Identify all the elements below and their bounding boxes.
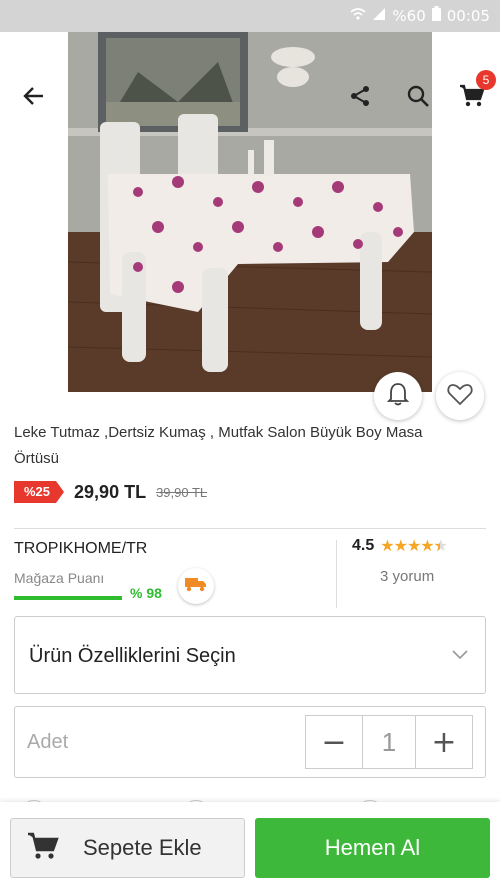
battery-text: %60 [392, 6, 426, 25]
status-icons: %60 00:05 [350, 6, 490, 25]
product-gallery[interactable]: 5 [0, 32, 500, 420]
divider [14, 528, 486, 529]
store-name[interactable]: TROPIKHOME/TR [14, 540, 147, 558]
rating[interactable]: 4.5 ★★★★★★ [352, 536, 448, 556]
quantity-value[interactable]: 1 [362, 716, 416, 768]
wifi-icon [350, 7, 366, 25]
cart-icon [27, 831, 59, 866]
share-icon [348, 84, 372, 113]
add-to-cart-label: Sepete Ekle [83, 835, 202, 860]
select-label: Ürün Özelliklerini Seçin [29, 645, 236, 667]
discount-badge: %25 [14, 481, 65, 503]
truck-icon [185, 576, 207, 597]
store-score-bar [14, 596, 122, 600]
decrement-button[interactable]: − [306, 716, 362, 768]
price: 29,90 TL [74, 481, 147, 502]
store-score-value: % 98 [130, 585, 162, 601]
signal-icon [372, 7, 386, 25]
store-score-label: Mağaza Puanı [14, 570, 105, 586]
status-bar: %60 00:05 [0, 0, 500, 32]
add-to-cart-button[interactable]: Sepete Ekle [10, 818, 245, 878]
quantity-box: Adet − 1 + [14, 706, 486, 778]
quantity-label: Adet [27, 731, 69, 753]
cart-badge: 5 [476, 70, 496, 90]
notify-button[interactable] [374, 372, 422, 420]
back-button[interactable] [16, 80, 52, 116]
search-icon [406, 84, 430, 113]
rating-value: 4.5 [352, 537, 375, 554]
product-options-select[interactable]: Ürün Özelliklerini Seçin [14, 616, 486, 694]
price-row: %25 29,90 TL 39,90 TL [14, 480, 207, 504]
bell-icon [386, 381, 410, 412]
star-rating-icon: ★★★★★★ [380, 538, 448, 555]
battery-icon [431, 6, 441, 25]
search-button[interactable] [400, 80, 436, 116]
reviews-link[interactable]: 3 yorum [380, 568, 434, 585]
heart-icon [447, 382, 473, 411]
product-title: Leke Tutmaz ,Dertsiz Kumaş , Mutfak Salo… [14, 424, 423, 467]
old-price: 39,90 TL [156, 484, 208, 500]
share-button[interactable] [342, 80, 378, 116]
bottom-action-bar: Sepete Ekle Hemen Al [0, 802, 500, 888]
increment-button[interactable]: + [416, 716, 472, 768]
shipping-badge[interactable] [178, 568, 214, 604]
cart-button[interactable]: 5 [454, 70, 496, 116]
buy-now-button[interactable]: Hemen Al [255, 818, 490, 878]
back-arrow-icon [23, 85, 45, 112]
chevron-down-icon [451, 647, 469, 665]
quantity-stepper[interactable]: − 1 + [305, 715, 473, 769]
clock: 00:05 [446, 6, 490, 25]
divider-vertical [336, 540, 337, 608]
favorite-button[interactable] [436, 372, 484, 420]
